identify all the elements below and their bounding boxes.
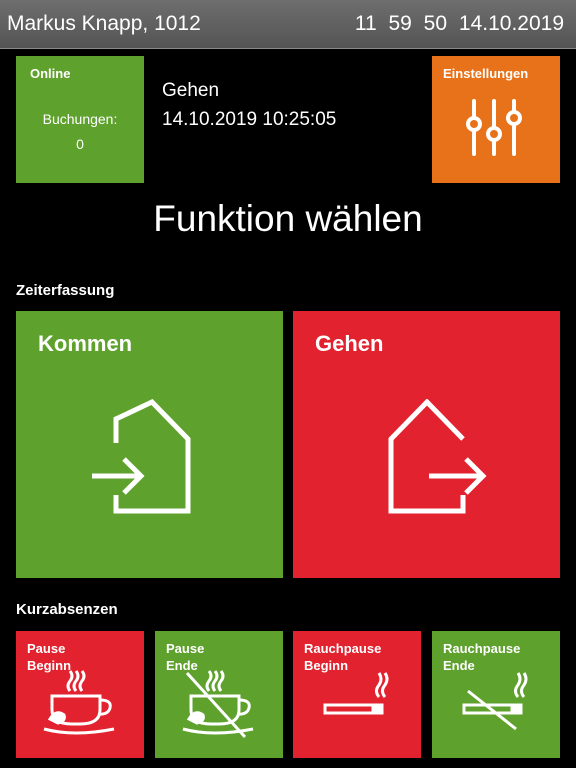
cigarette-crossed-icon bbox=[462, 672, 528, 731]
cigarette-icon bbox=[323, 672, 389, 715]
leave-house-icon bbox=[388, 399, 487, 514]
gehen-button[interactable]: Gehen bbox=[293, 311, 560, 578]
sliders-icon bbox=[466, 99, 522, 156]
pause-begin-button[interactable]: Pause Beginn bbox=[16, 631, 144, 758]
status-tile[interactable]: Online Buchungen: 0 bbox=[16, 56, 144, 183]
smoke-break-end-button[interactable]: Rauchpause Ende bbox=[432, 631, 560, 758]
section-heading-short-absences: Kurzabsenzen bbox=[16, 601, 118, 618]
enter-house-icon bbox=[92, 399, 191, 514]
section-heading-time-tracking: Zeiterfassung bbox=[16, 282, 115, 299]
settings-button[interactable]: Einstellungen bbox=[432, 56, 560, 183]
last-booking-info: Gehen 14.10.2019 10:25:05 bbox=[162, 76, 336, 134]
clock: 11 59 50 14.10.2019 bbox=[355, 12, 564, 36]
user-name: Markus Knapp, 1012 bbox=[7, 12, 201, 35]
gehen-label: Gehen bbox=[315, 331, 384, 356]
online-status: Online bbox=[30, 66, 71, 81]
settings-label: Einstellungen bbox=[443, 66, 529, 81]
kommen-label: Kommen bbox=[38, 331, 133, 356]
current-time: 11 59 50 bbox=[354, 12, 448, 35]
bookings-count: 0 bbox=[76, 136, 84, 152]
current-date: 14.10.2019 bbox=[458, 12, 564, 35]
header-bar: Markus Knapp, 1012 11 59 50 14.10.2019 bbox=[0, 0, 576, 49]
bookings-label: Buchungen: bbox=[42, 111, 118, 127]
coffee-cup-crossed-icon bbox=[182, 670, 254, 739]
smoke-break-begin-button[interactable]: Rauchpause Beginn bbox=[293, 631, 421, 758]
kommen-button[interactable]: Kommen bbox=[16, 311, 283, 578]
last-booking-type: Gehen bbox=[162, 80, 220, 101]
page-title: Funktion wählen bbox=[153, 198, 423, 239]
pause-end-button[interactable]: Pause Ende bbox=[155, 631, 283, 758]
coffee-cup-icon bbox=[43, 670, 115, 735]
last-booking-timestamp: 14.10.2019 10:25:05 bbox=[162, 109, 337, 130]
